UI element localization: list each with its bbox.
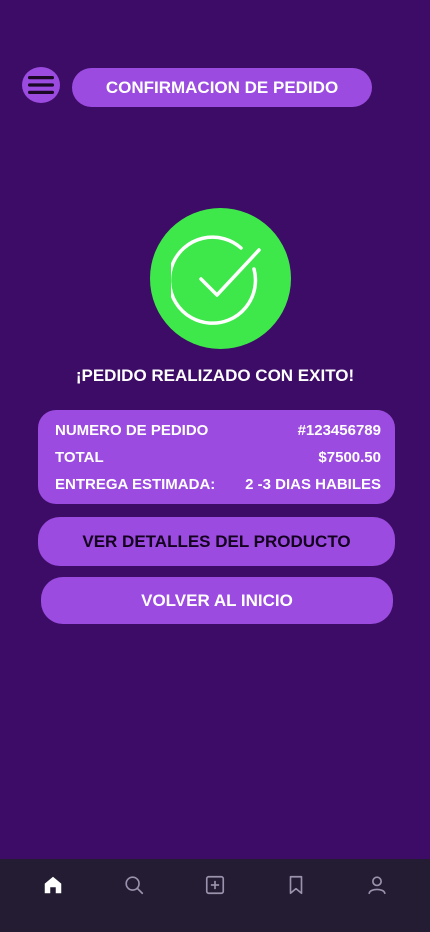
order-total-row: TOTAL $7500.50	[55, 448, 381, 475]
check-circle-icon	[170, 234, 261, 325]
order-number-row: NUMERO DE PEDIDO #123456789	[55, 421, 381, 448]
estimated-delivery-value: 2 -3 DIAS HABILES	[245, 476, 381, 493]
user-icon	[368, 876, 386, 895]
order-summary-card: NUMERO DE PEDIDO #123456789 TOTAL $7500.…	[38, 410, 395, 504]
order-number-value: #123456789	[297, 422, 381, 439]
home-icon	[44, 876, 61, 894]
estimated-delivery-label: ENTREGA ESTIMADA:	[55, 476, 216, 493]
success-message: ¡PEDIDO REALIZADO CON EXITO!	[75, 366, 355, 385]
hamburger-menu-icon	[28, 76, 54, 94]
nav-search[interactable]	[121, 872, 147, 898]
nav-add[interactable]	[202, 872, 228, 898]
page-title: CONFIRMACION DE PEDIDO	[72, 68, 372, 107]
order-confirmation-screen: CONFIRMACION DE PEDIDO ¡PEDIDO REALIZADO…	[0, 0, 430, 932]
order-total-value: $7500.50	[318, 449, 381, 466]
order-number-label: NUMERO DE PEDIDO	[55, 422, 209, 439]
back-to-home-button[interactable]: VOLVER AL INICIO	[41, 577, 393, 624]
bottom-navigation	[0, 859, 430, 932]
add-square-icon	[205, 875, 225, 895]
nav-profile[interactable]	[364, 872, 390, 898]
order-total-label: TOTAL	[55, 449, 104, 466]
view-product-details-button[interactable]: VER DETALLES DEL PRODUCTO	[38, 517, 395, 566]
bookmark-icon	[289, 875, 303, 895]
nav-saved[interactable]	[283, 872, 309, 898]
success-badge	[150, 208, 291, 349]
menu-button[interactable]	[22, 67, 60, 103]
nav-home[interactable]	[40, 872, 66, 898]
search-icon	[125, 876, 143, 895]
estimated-delivery-row: ENTREGA ESTIMADA: 2 -3 DIAS HABILES	[55, 475, 381, 502]
